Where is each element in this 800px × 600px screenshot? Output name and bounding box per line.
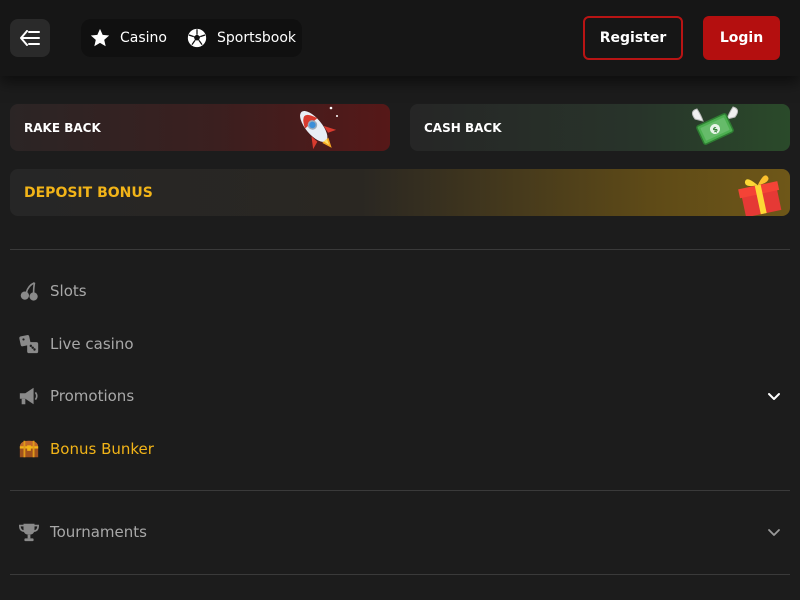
- treasure-chest-icon: [18, 438, 40, 460]
- cherry-icon: [18, 280, 40, 302]
- nav-sportsbook-label: Sportsbook: [217, 30, 297, 46]
- register-button[interactable]: Register: [583, 16, 683, 60]
- section-divider: [10, 574, 790, 575]
- menu-item-slots-label: Slots: [50, 282, 87, 300]
- chevron-down-icon[interactable]: [766, 524, 782, 540]
- rake-back-banner[interactable]: RAKE BACK: [10, 104, 390, 151]
- menu-item-live-casino-label: Live casino: [50, 335, 134, 353]
- menu-item-bonus-bunker-label: Bonus Bunker: [50, 440, 154, 458]
- menu-item-bonus-bunker[interactable]: Bonus Bunker: [10, 429, 790, 469]
- nav-casino-label: Casino: [120, 30, 167, 46]
- megaphone-icon: [18, 385, 40, 407]
- nav-sportsbook[interactable]: Sportsbook: [186, 19, 296, 57]
- section-divider: [10, 490, 790, 491]
- soccer-ball-icon: [186, 27, 208, 49]
- rocket-icon: [280, 104, 350, 151]
- rake-back-label: RAKE BACK: [24, 120, 101, 135]
- star-icon: [89, 27, 111, 49]
- nav-casino[interactable]: Casino: [89, 19, 167, 57]
- menu-item-slots[interactable]: Slots: [10, 271, 790, 311]
- menu-collapse-icon: [20, 30, 40, 46]
- flying-money-icon: $: [680, 104, 750, 151]
- top-header: Casino Sportsbook Register Login: [0, 0, 800, 76]
- deposit-bonus-label: DEPOSIT BONUS: [24, 184, 153, 201]
- menu-item-promotions-label: Promotions: [50, 387, 135, 405]
- trophy-icon: [18, 521, 40, 543]
- menu-item-tournaments-label: Tournaments: [50, 523, 147, 541]
- menu-item-tournaments[interactable]: Tournaments: [10, 512, 790, 552]
- product-switcher: Casino Sportsbook: [81, 19, 302, 57]
- login-button[interactable]: Login: [703, 16, 780, 60]
- chevron-down-icon[interactable]: [766, 388, 782, 404]
- gift-box-icon: [730, 169, 790, 216]
- menu-toggle-button[interactable]: [10, 19, 50, 57]
- dice-icon: [18, 333, 40, 355]
- cash-back-label: CASH BACK: [424, 120, 502, 135]
- deposit-bonus-banner[interactable]: DEPOSIT BONUS: [10, 169, 790, 216]
- menu-item-live-casino[interactable]: Live casino: [10, 324, 790, 364]
- section-divider: [10, 249, 790, 250]
- menu-item-promotions[interactable]: Promotions: [10, 376, 790, 416]
- cash-back-banner[interactable]: CASH BACK $: [410, 104, 790, 151]
